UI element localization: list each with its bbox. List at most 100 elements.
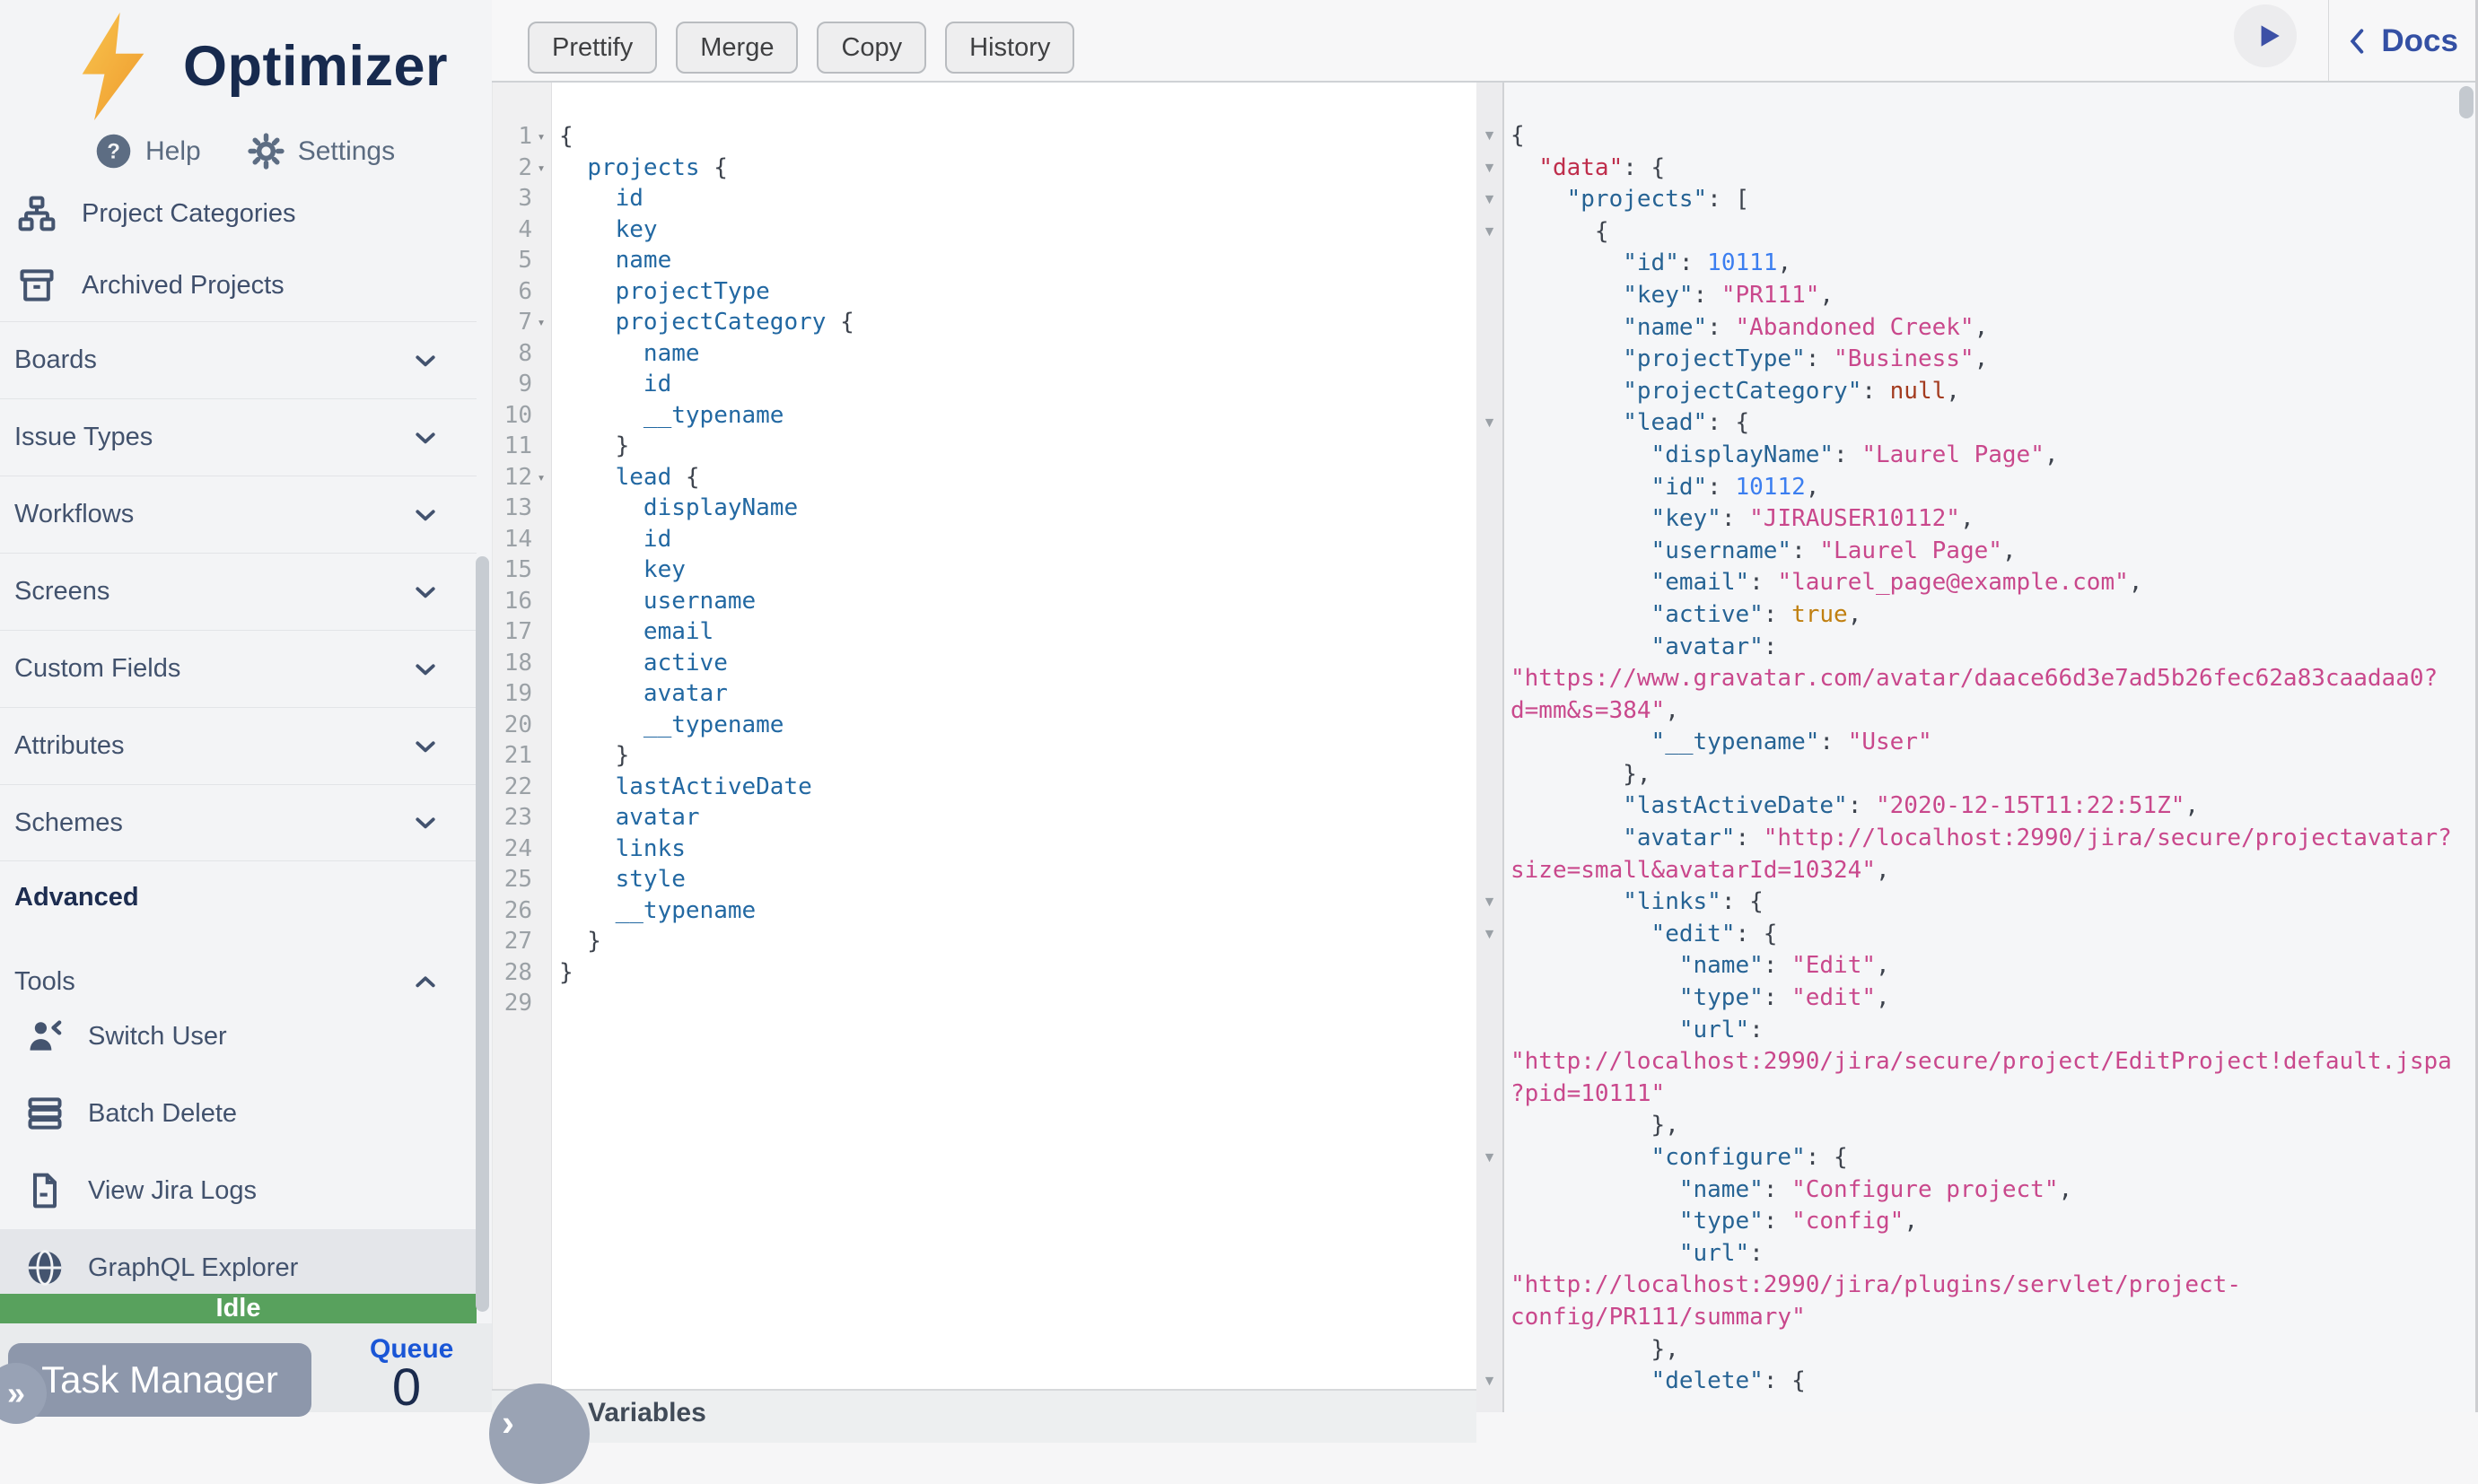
fold-arrow-icon[interactable]: ▼ — [1476, 1366, 1502, 1398]
fold-spacer — [1476, 695, 1502, 728]
sidebar-section-custom-fields[interactable]: Custom Fields — [0, 630, 477, 707]
result-line: "links": { — [1510, 886, 2478, 919]
code-line[interactable]: key — [559, 214, 1469, 246]
globe-icon — [25, 1248, 65, 1288]
sidebar-item-batch-delete[interactable]: Batch Delete — [0, 1075, 492, 1152]
code-line[interactable]: key — [559, 554, 1469, 586]
fold-spacer — [1476, 1270, 1502, 1302]
sidebar-item-archived-projects[interactable]: Archived Projects — [0, 249, 477, 321]
sidebar-item-view-jira-logs[interactable]: View Jira Logs — [0, 1152, 492, 1229]
result-line: "key": "JIRAUSER10112", — [1510, 503, 2478, 536]
code-line[interactable]: __typename — [559, 895, 1469, 927]
code-line[interactable]: __typename — [559, 400, 1469, 432]
fold-arrow-icon[interactable]: ▾ — [532, 121, 550, 153]
sidebar-section-schemes[interactable]: Schemes — [0, 784, 477, 861]
sidebar-section-workflows[interactable]: Workflows — [0, 476, 477, 553]
fold-arrow-icon[interactable]: ▼ — [1476, 1142, 1502, 1174]
sidebar-section-attributes[interactable]: Attributes — [0, 707, 477, 784]
code-line[interactable]: lead { — [559, 462, 1469, 493]
gutter-row: 10 — [493, 400, 551, 432]
fold-spacer — [532, 616, 550, 648]
sidebar-section-screens[interactable]: Screens — [0, 553, 477, 630]
fold-arrow-icon[interactable]: ▾ — [532, 307, 550, 338]
code-line[interactable]: style — [559, 864, 1469, 895]
query-variables-bar[interactable]: Query Variables — [492, 1389, 1476, 1443]
fold-arrow-icon[interactable]: ▼ — [1476, 216, 1502, 249]
settings-button[interactable]: Settings — [248, 133, 395, 170]
code-line[interactable]: email — [559, 616, 1469, 648]
fold-spacer — [532, 802, 550, 834]
gutter-row: 14 — [493, 524, 551, 555]
sidebar-section-issue-types[interactable]: Issue Types — [0, 398, 477, 476]
code-line[interactable]: projectType — [559, 276, 1469, 308]
code-line[interactable]: id — [559, 183, 1469, 214]
result-line: "url": — [1510, 1238, 2478, 1270]
section-label: Schemes — [14, 808, 123, 838]
fold-arrow-icon[interactable]: ▾ — [532, 153, 550, 184]
fold-spacer — [1476, 280, 1502, 312]
editor-toolbar: Prettify Merge Copy History — [528, 22, 1074, 74]
result-line: "type": "edit", — [1510, 982, 2478, 1015]
chevron-up-icon — [412, 968, 439, 995]
code-line[interactable]: } — [559, 740, 1469, 772]
fold-spacer — [532, 772, 550, 803]
fold-arrow-icon[interactable]: ▼ — [1476, 120, 1502, 153]
sidebar-scrollbar[interactable] — [476, 556, 489, 1312]
sidebar-item-switch-user[interactable]: Switch User — [0, 998, 492, 1075]
merge-button[interactable]: Merge — [676, 22, 798, 74]
task-manager-button[interactable]: Task Manager — [8, 1343, 311, 1417]
line-number: 8 — [493, 338, 532, 370]
code-line[interactable]: username — [559, 586, 1469, 617]
fold-spacer — [1476, 663, 1502, 695]
help-button[interactable]: ? Help — [95, 133, 201, 170]
panel-collapse-button[interactable]: › — [489, 1384, 590, 1484]
code-line[interactable]: links — [559, 834, 1469, 865]
result-line: "http://localhost:2990/jira/secure/proje… — [1510, 1046, 2478, 1078]
prettify-button[interactable]: Prettify — [528, 22, 657, 74]
execute-query-button[interactable] — [2234, 4, 2297, 67]
code-line[interactable]: __typename — [559, 710, 1469, 741]
code-line[interactable]: active — [559, 648, 1469, 679]
fold-arrow-icon[interactable]: ▼ — [1476, 919, 1502, 951]
copy-button[interactable]: Copy — [817, 22, 926, 74]
fold-arrow-icon[interactable]: ▼ — [1476, 886, 1502, 919]
sidebar-item-project-categories[interactable]: Project Categories — [0, 178, 477, 249]
code-line[interactable]: { — [559, 121, 1469, 153]
fold-arrow-icon[interactable]: ▼ — [1476, 184, 1502, 216]
code-line[interactable]: } — [559, 431, 1469, 462]
query-editor[interactable]: { projects { id key name projectType pro… — [552, 83, 1476, 1412]
code-line[interactable]: avatar — [559, 802, 1469, 834]
code-line[interactable]: displayName — [559, 493, 1469, 524]
docs-toggle[interactable]: Docs — [2347, 23, 2458, 59]
code-line[interactable]: id — [559, 524, 1469, 555]
gutter-row: 9 — [493, 369, 551, 400]
fold-spacer — [1476, 982, 1502, 1015]
code-line[interactable]: } — [559, 957, 1469, 989]
code-line[interactable]: projects { — [559, 153, 1469, 184]
history-button[interactable]: History — [945, 22, 1074, 74]
fold-arrow-icon[interactable]: ▾ — [532, 462, 550, 493]
fold-arrow-icon[interactable]: ▼ — [1476, 153, 1502, 185]
code-line[interactable]: id — [559, 369, 1469, 400]
fold-spacer — [532, 183, 550, 214]
code-line[interactable]: name — [559, 338, 1469, 370]
result-line: "configure": { — [1510, 1142, 2478, 1174]
code-line[interactable]: lastActiveDate — [559, 772, 1469, 803]
fold-spacer — [1476, 950, 1502, 982]
code-line[interactable]: name — [559, 245, 1469, 276]
gutter-row: 13 — [493, 493, 551, 524]
gutter-row: 29 — [493, 988, 551, 1019]
fold-spacer — [532, 834, 550, 865]
fold-spacer — [532, 678, 550, 710]
fold-arrow-icon[interactable]: ▼ — [1476, 407, 1502, 440]
results-fold-gutter: ▼▼▼▼▼▼▼▼▼ — [1476, 83, 1504, 1412]
result-line: "id": 10112, — [1510, 472, 2478, 504]
sidebar-section-boards[interactable]: Boards — [0, 321, 477, 398]
code-line[interactable]: } — [559, 926, 1469, 957]
code-line[interactable]: projectCategory { — [559, 307, 1469, 338]
code-line[interactable]: avatar — [559, 678, 1469, 710]
results-scrollbar[interactable] — [2459, 86, 2474, 118]
result-line: "key": "PR111", — [1510, 280, 2478, 312]
fold-spacer — [1476, 855, 1502, 887]
code-line[interactable] — [559, 988, 1469, 1019]
